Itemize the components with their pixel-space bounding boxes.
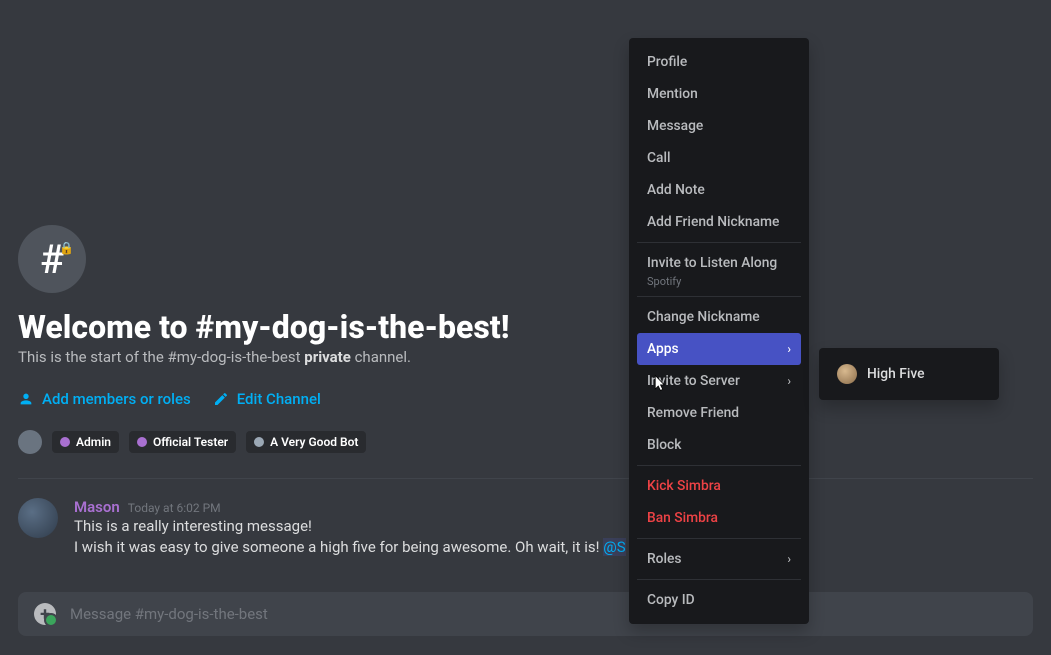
welcome-title: Welcome to #my-dog-is-the-best! xyxy=(18,308,509,346)
menu-item-add-friend-nickname[interactable]: Add Friend Nickname xyxy=(637,206,801,238)
message-input[interactable]: + Message #my-dog-is-the-best xyxy=(18,592,1033,636)
menu-item-kick-simbra[interactable]: Kick Simbra xyxy=(637,470,801,502)
menu-item-copy-id[interactable]: Copy ID xyxy=(637,584,801,616)
add-members-link[interactable]: Add members or roles xyxy=(18,390,191,408)
avatar[interactable] xyxy=(18,430,42,454)
apps-submenu: High Five xyxy=(819,348,999,400)
menu-item-invite-to-server[interactable]: Invite to Server› xyxy=(637,365,801,397)
menu-item-change-nickname[interactable]: Change Nickname xyxy=(637,301,801,333)
context-menu: ProfileMentionMessageCallAdd NoteAdd Fri… xyxy=(629,38,809,624)
menu-item-call[interactable]: Call xyxy=(637,142,801,174)
menu-separator xyxy=(637,538,801,539)
role-color-dot xyxy=(60,437,70,447)
menu-item-remove-friend[interactable]: Remove Friend xyxy=(637,397,801,429)
menu-item-mention[interactable]: Mention xyxy=(637,78,801,110)
app-icon xyxy=(837,364,857,384)
menu-item-message[interactable]: Message xyxy=(637,110,801,142)
role-chip-tester[interactable]: Official Tester xyxy=(129,431,236,453)
role-chip-admin[interactable]: Admin xyxy=(52,431,119,453)
attach-button[interactable]: + xyxy=(34,603,56,625)
menu-separator xyxy=(637,465,801,466)
menu-separator xyxy=(637,296,801,297)
message-text: This is a really interesting message! xyxy=(74,516,626,537)
message: Mason Today at 6:02 PM This is a really … xyxy=(18,498,626,558)
menu-separator xyxy=(637,242,801,243)
menu-item-add-note[interactable]: Add Note xyxy=(637,174,801,206)
edit-channel-link[interactable]: Edit Channel xyxy=(213,390,321,408)
menu-item-roles[interactable]: Roles› xyxy=(637,543,801,575)
lock-icon: 🔒 xyxy=(59,241,74,255)
message-text: I wish it was easy to give someone a hig… xyxy=(74,537,626,558)
role-color-dot xyxy=(254,437,264,447)
divider xyxy=(18,478,1033,479)
menu-sublabel: Spotify xyxy=(637,275,801,292)
message-timestamp: Today at 6:02 PM xyxy=(128,501,221,515)
channel-icon: # 🔒 xyxy=(18,225,86,293)
role-color-dot xyxy=(137,437,147,447)
menu-item-apps[interactable]: Apps› xyxy=(637,333,801,365)
roles-row: Admin Official Tester A Very Good Bot xyxy=(18,430,366,454)
menu-item-block[interactable]: Block xyxy=(637,429,801,461)
chevron-right-icon: › xyxy=(787,342,791,356)
avatar[interactable] xyxy=(18,498,58,538)
role-chip-bot[interactable]: A Very Good Bot xyxy=(246,431,366,453)
mention[interactable]: @S xyxy=(603,538,625,556)
menu-item-profile[interactable]: Profile xyxy=(637,46,801,78)
menu-separator xyxy=(637,579,801,580)
message-author[interactable]: Mason xyxy=(74,498,120,516)
chevron-right-icon: › xyxy=(787,552,791,566)
input-placeholder: Message #my-dog-is-the-best xyxy=(70,605,268,623)
add-user-icon xyxy=(18,391,34,407)
menu-item-ban-simbra[interactable]: Ban Simbra xyxy=(637,502,801,534)
submenu-item-high-five[interactable]: High Five xyxy=(827,356,991,392)
welcome-subtitle: This is the start of the #my-dog-is-the-… xyxy=(18,348,411,366)
pencil-icon xyxy=(213,391,229,407)
chevron-right-icon: › xyxy=(787,374,791,388)
